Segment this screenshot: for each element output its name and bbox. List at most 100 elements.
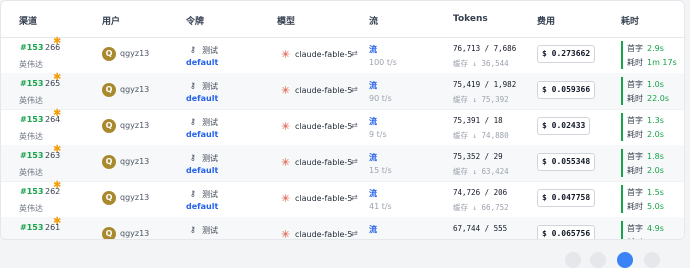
swap-icon[interactable]: ⇄	[351, 85, 358, 94]
first-token-time: 首字 4.9s	[627, 223, 664, 234]
swap-icon[interactable]: ⇄	[351, 157, 358, 166]
channel-id[interactable]: #153	[20, 223, 43, 232]
cost-badge: $ 0.047758	[537, 189, 596, 207]
header-time: 耗时	[621, 17, 640, 27]
swap-icon[interactable]: ⇄	[351, 193, 358, 202]
first-token-label: 首字	[627, 44, 643, 53]
sparkle-icon: ✱	[53, 108, 62, 119]
pagination-button[interactable]	[590, 252, 606, 268]
total-time-value: 2.0s	[647, 166, 664, 175]
total-time: 耗时 1m 17s	[627, 57, 677, 68]
channel-id[interactable]: #153	[20, 43, 43, 52]
table-row[interactable]: #153 265 ✱ 英伟达 Qqgyz13 ⚷ 测试 default ✳ claude-fabl…	[1, 72, 684, 110]
first-token-label: 首字	[627, 224, 643, 233]
table-row[interactable]: #153 262 ✱ 英伟达 Qqgyz13 ⚷ 测试 default ✳ claude-fabl…	[1, 180, 684, 218]
pagination-button[interactable]	[565, 252, 581, 268]
first-token-time: 首字 1.0s	[627, 79, 664, 90]
token-group[interactable]: default	[186, 58, 218, 67]
timing-bar	[621, 149, 623, 177]
username: qgyz13	[120, 121, 150, 130]
channel-name: 英伟达	[19, 60, 43, 69]
total-time-label: 耗时	[627, 166, 643, 175]
channel-name: 英伟达	[19, 168, 43, 177]
token-group[interactable]: default	[186, 130, 218, 139]
tokens-in-out: 74,726 / 206	[453, 188, 508, 197]
key-icon: ⚷	[190, 117, 196, 126]
stream-rate: 100 t/s	[369, 58, 397, 67]
tokens-cache: 缓存 ↓ 74,880	[453, 131, 509, 140]
avatar: Q	[102, 47, 116, 61]
total-time-value: 1m 17s	[647, 58, 677, 67]
token-name: 测试	[202, 118, 218, 127]
first-token-time: 首字 2.9s	[627, 43, 664, 54]
key-icon: ⚷	[190, 81, 196, 90]
total-time-label: 耗时	[627, 94, 643, 103]
anthropic-asterisk-icon: ✳	[281, 120, 291, 133]
stream-badge: 流	[369, 117, 377, 126]
channel-name: 英伟达	[19, 132, 43, 141]
pagination-button[interactable]	[644, 252, 660, 268]
total-time-label: 耗时	[627, 202, 643, 211]
table-row[interactable]: #153261✱英伟达Qqgyz13⚷测试default✳claude-fabl…	[1, 216, 684, 240]
tokens-in-out: 67,744 / 555	[453, 224, 508, 233]
header-stream: 流	[369, 17, 379, 27]
sparkle-icon: ✱	[53, 72, 62, 83]
total-time-value: 5.0s	[647, 202, 664, 211]
token-name: 测试	[202, 226, 218, 235]
total-time-value: 11.0s	[647, 238, 669, 239]
tokens-cache: 缓存 ↓ 75,392	[453, 95, 509, 104]
channel-id[interactable]: #153	[20, 115, 43, 124]
token-group[interactable]: default	[186, 166, 218, 175]
timing-bar	[621, 113, 623, 141]
cost-badge: $ 0.059366	[537, 81, 596, 99]
channel-id[interactable]: #153	[20, 187, 43, 196]
token-group[interactable]: default	[186, 94, 218, 103]
swap-icon[interactable]: ⇄	[351, 121, 358, 130]
first-token-time: 首字 1.8s	[627, 151, 664, 162]
model-name[interactable]: claude-fable-5	[295, 50, 352, 59]
tokens-in-out: 75,391 / 18	[453, 116, 503, 125]
tokens-in-out: 76,713 / 7,686	[453, 44, 517, 53]
channel-id[interactable]: #153	[20, 79, 43, 88]
username: qgyz13	[120, 85, 150, 94]
pagination-button-current[interactable]	[617, 252, 633, 268]
anthropic-asterisk-icon: ✳	[281, 228, 291, 240]
total-time-value: 2.0s	[647, 130, 664, 139]
token-name: 测试	[202, 82, 218, 91]
model-name[interactable]: claude-fable-5	[295, 158, 352, 167]
model-name[interactable]: claude-fable-5	[295, 86, 352, 95]
username: qgyz13	[120, 49, 150, 58]
avatar: Q	[102, 227, 116, 239]
token-name: 测试	[202, 46, 218, 55]
avatar: Q	[102, 83, 116, 97]
swap-icon[interactable]: ⇄	[351, 229, 358, 238]
tokens-cache: 缓存 ↓ 66,752	[453, 203, 509, 212]
model-name[interactable]: claude-fable-5	[295, 122, 352, 131]
token-group[interactable]: default	[186, 202, 218, 211]
stream-rate: 15 t/s	[369, 166, 392, 175]
table-row[interactable]: #153 264 ✱ 英伟达 Qqgyz13 ⚷ 测试 default ✳ claude-fabl…	[1, 108, 684, 146]
stream-rate: 41 t/s	[369, 202, 392, 211]
channel-id[interactable]: #153	[20, 151, 43, 160]
channel-name: 英伟达	[19, 96, 43, 105]
token-group[interactable]: default	[186, 238, 218, 239]
timing-bar	[621, 77, 623, 105]
stream-badge: 流	[369, 189, 377, 198]
table-row[interactable]: #153 266 ✱ 英伟达 Qqgyz13 ⚷ 测试 default ✳ claude-fabl…	[1, 36, 684, 74]
sparkle-icon: ✱	[53, 180, 62, 191]
header-model: 模型	[277, 17, 296, 27]
swap-icon[interactable]: ⇄	[351, 49, 358, 58]
key-icon: ⚷	[190, 45, 196, 54]
first-token-value: 4.9s	[647, 224, 664, 233]
token-name: 测试	[202, 154, 218, 163]
first-token-label: 首字	[627, 116, 643, 125]
key-icon: ⚷	[190, 189, 196, 198]
timing-bar	[621, 221, 623, 239]
stream-badge: 流	[369, 225, 377, 234]
total-time: 耗时 5.0s	[627, 201, 664, 212]
first-token-label: 首字	[627, 80, 643, 89]
table-row[interactable]: #153 263 ✱ 英伟达 Qqgyz13 ⚷ 测试 default ✳ claude-fabl…	[1, 144, 684, 182]
model-name[interactable]: claude-fable-5	[295, 194, 352, 203]
model-name[interactable]: claude-fable-5	[295, 230, 352, 239]
first-token-value: 1.8s	[647, 152, 664, 161]
